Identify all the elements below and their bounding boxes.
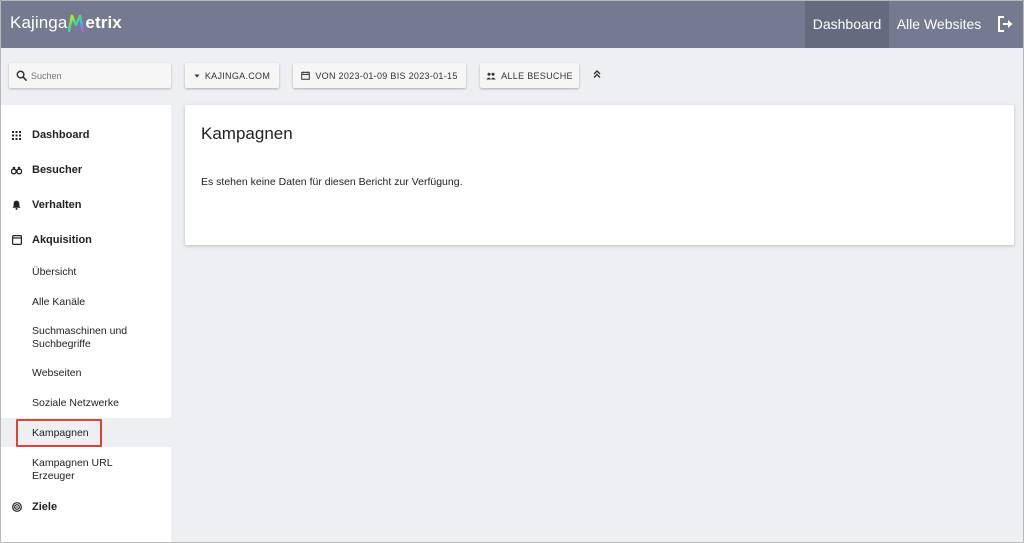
sidebar-subitem-campaign-url-builder[interactable]: Kampagnen URL Erzeuger: [32, 457, 127, 483]
sidebar-item-label: Akquisition: [32, 234, 92, 246]
nav-all-websites[interactable]: Alle Websites: [889, 0, 989, 48]
sidebar-subitem-social[interactable]: Soziale Netzwerke: [32, 397, 162, 410]
sidebar: Dashboard Besucher Verhalten Akquisition…: [0, 105, 171, 543]
sidebar-item-label: Ziele: [32, 501, 58, 513]
sidebar-item-behaviour[interactable]: Verhalten: [0, 191, 171, 219]
sidebar-item-visitors[interactable]: Besucher: [0, 156, 171, 184]
empty-report-message: Es stehen keine Daten für diesen Bericht…: [201, 176, 463, 188]
search-box[interactable]: [9, 63, 171, 88]
logo-text-suffix: etrix: [85, 13, 122, 32]
sidebar-item-label: Besucher: [32, 164, 83, 176]
segment-label: ALLE BESUCHE: [501, 70, 573, 81]
search-icon: [16, 70, 27, 81]
page-title: Kampagnen: [201, 124, 293, 143]
sidebar-item-dashboard[interactable]: Dashboard: [0, 121, 171, 149]
sidebar-item-goals[interactable]: Ziele: [0, 493, 171, 521]
app-logo[interactable]: Kajinga etrix: [10, 13, 122, 33]
target-icon: [11, 502, 22, 513]
site-selector-label: KAJINGA.COM: [204, 70, 271, 81]
date-range-label: VON 2023-01-09 BIS 2023-01-15: [315, 70, 458, 81]
segment-button[interactable]: ALLE BESUCHE: [480, 63, 579, 88]
search-input[interactable]: [31, 70, 151, 81]
calendar-icon: [301, 71, 311, 80]
date-range-button[interactable]: VON 2023-01-09 BIS 2023-01-15: [293, 63, 466, 88]
sidebar-subitem-overview[interactable]: Übersicht: [32, 266, 162, 279]
logout-icon[interactable]: [996, 14, 1016, 34]
browser-window-icon: [11, 235, 22, 246]
sidebar-item-label: Dashboard: [32, 129, 90, 141]
sidebar-item-label: Verhalten: [32, 199, 82, 211]
top-bar: Kajinga etrix Dashboard Alle Websites: [0, 0, 1024, 48]
site-selector-button[interactable]: KAJINGA.COM: [185, 63, 279, 88]
logo-m-icon: [68, 14, 85, 32]
sidebar-subitem-search-engines[interactable]: Suchmaschinen und Suchbegriffe: [32, 325, 142, 351]
report-card: Kampagnen Es stehen keine Daten für dies…: [185, 105, 1014, 245]
sidebar-subitem-websites[interactable]: Webseiten: [32, 367, 162, 380]
sidebar-item-acquisition[interactable]: Akquisition: [0, 226, 171, 254]
users-icon: [486, 72, 496, 79]
logo-text-prefix: Kajinga: [10, 13, 68, 32]
binoculars-icon: [11, 165, 22, 176]
double-chevron-up-icon[interactable]: [591, 68, 603, 80]
annotation-highlight-box: [16, 419, 102, 447]
grid-icon: [11, 130, 22, 141]
caret-down-icon: [194, 74, 200, 77]
sidebar-subitem-all-channels[interactable]: Alle Kanäle: [32, 296, 162, 309]
nav-dashboard[interactable]: Dashboard: [805, 0, 889, 48]
bell-icon: [11, 200, 22, 211]
